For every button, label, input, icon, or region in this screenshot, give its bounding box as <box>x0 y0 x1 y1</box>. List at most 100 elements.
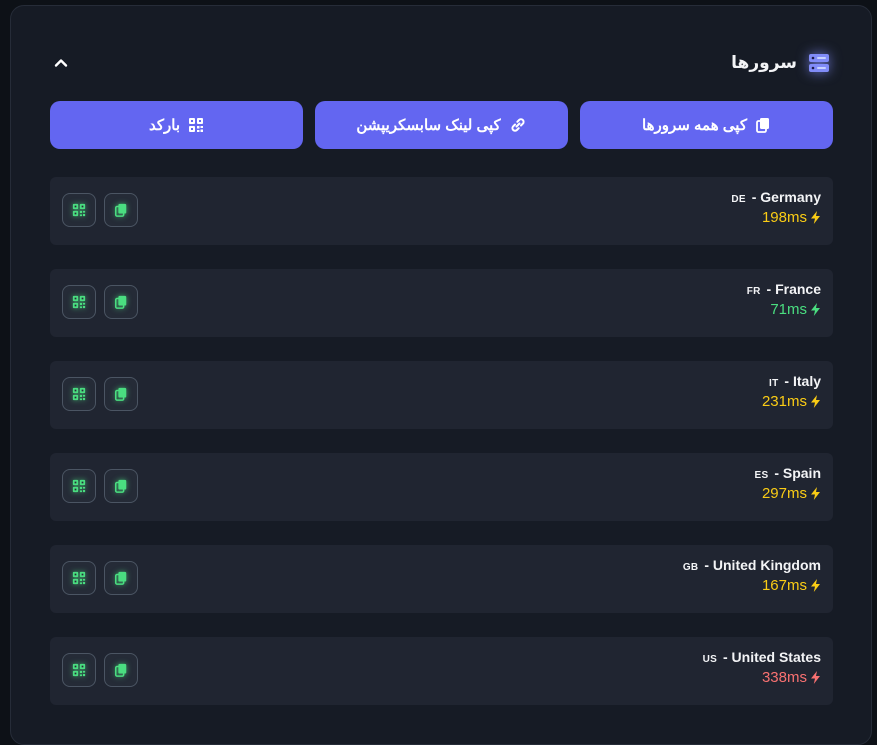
copy-all-servers-label: کپی همه سرورها <box>642 117 747 134</box>
qr-code-icon <box>72 571 86 585</box>
lightning-icon <box>811 579 820 592</box>
ping-value: 71ms <box>770 301 807 318</box>
ping-value: 198ms <box>761 209 807 226</box>
ping-value: 167ms <box>761 577 807 594</box>
server-qr-button[interactable] <box>62 561 96 595</box>
country-name: France <box>775 281 821 297</box>
server-row-actions <box>62 193 138 227</box>
copy-icon <box>114 387 127 401</box>
country-name: Italy <box>792 373 821 389</box>
server-row-united-kingdom: GB - United Kingdom 167ms <box>50 545 833 613</box>
lightning-icon <box>811 303 820 316</box>
server-ping: 198ms <box>731 209 821 226</box>
server-name: GB - United Kingdom <box>683 557 821 573</box>
lightning-icon <box>811 487 820 500</box>
server-ping: 71ms <box>747 301 821 318</box>
qr-code-icon <box>72 479 86 493</box>
server-info: FR - France 71ms <box>747 281 821 318</box>
server-copy-button[interactable] <box>104 561 138 595</box>
server-list: DE - Germany 198ms FR - France 71ms IT -… <box>50 177 833 729</box>
server-row-actions <box>62 561 138 595</box>
server-qr-button[interactable] <box>62 285 96 319</box>
name-separator: - <box>704 557 713 573</box>
qr-code-icon <box>72 295 86 309</box>
qr-code-icon <box>72 203 86 217</box>
lightning-icon <box>811 395 820 408</box>
servers-panel: سرورها کپی همه سرورها کپی لینک سابسکریپش… <box>10 5 872 745</box>
country-name: Spain <box>782 465 821 481</box>
server-name: US - United States <box>703 649 821 665</box>
copy-icon <box>114 479 127 493</box>
copy-icon <box>755 117 771 133</box>
ping-value: 297ms <box>761 485 807 502</box>
server-name: FR - France <box>747 281 821 297</box>
ping-value: 338ms <box>761 669 807 686</box>
panel-title-group: سرورها <box>731 51 831 75</box>
lightning-icon <box>811 211 820 224</box>
name-separator: - <box>751 189 761 205</box>
name-separator: - <box>766 281 776 297</box>
server-copy-button[interactable] <box>104 653 138 687</box>
panel-header: سرورها <box>51 46 831 80</box>
qr-code-icon <box>72 663 86 677</box>
copy-icon <box>114 663 127 677</box>
collapse-button[interactable] <box>49 51 73 75</box>
country-code: US <box>702 654 718 665</box>
country-code: IT <box>769 378 779 389</box>
server-name: DE - Germany <box>731 189 821 205</box>
server-row-actions <box>62 653 138 687</box>
server-qr-button[interactable] <box>62 193 96 227</box>
server-info: ES - Spain 297ms <box>754 465 821 502</box>
server-row-germany: DE - Germany 198ms <box>50 177 833 245</box>
country-code: FR <box>746 286 761 297</box>
server-ping: 297ms <box>754 485 821 502</box>
copy-icon <box>114 203 127 217</box>
link-icon <box>509 116 527 134</box>
server-row-france: FR - France 71ms <box>50 269 833 337</box>
copy-subscription-link-button[interactable]: کپی لینک سابسکریپشن <box>315 101 568 149</box>
server-info: IT - Italy 231ms <box>762 373 821 410</box>
country-code: DE <box>731 194 746 205</box>
ping-value: 231ms <box>761 393 807 410</box>
server-copy-button[interactable] <box>104 193 138 227</box>
server-info: US - United States 338ms <box>703 649 821 686</box>
server-info: DE - Germany 198ms <box>731 189 821 226</box>
page-title: سرورها <box>731 53 797 72</box>
country-code: GB <box>682 562 699 573</box>
name-separator: - <box>784 373 793 389</box>
server-qr-button[interactable] <box>62 469 96 503</box>
server-copy-button[interactable] <box>104 469 138 503</box>
server-copy-button[interactable] <box>104 377 138 411</box>
copy-icon <box>114 295 127 309</box>
copy-icon <box>114 571 127 585</box>
country-name: United States <box>731 649 821 665</box>
server-row-actions <box>62 285 138 319</box>
chevron-up-icon <box>54 59 68 67</box>
server-row-united-states: US - United States 338ms <box>50 637 833 705</box>
barcode-button[interactable]: بارکد <box>50 101 303 149</box>
country-name: United Kingdom <box>712 557 821 573</box>
server-qr-button[interactable] <box>62 377 96 411</box>
country-name: Germany <box>760 189 821 205</box>
server-row-spain: ES - Spain 297ms <box>50 453 833 521</box>
qr-code-icon <box>72 387 86 401</box>
lightning-icon <box>811 671 820 684</box>
server-ping: 338ms <box>703 669 821 686</box>
server-row-italy: IT - Italy 231ms <box>50 361 833 429</box>
copy-subscription-link-label: کپی لینک سابسکریپشن <box>356 117 501 134</box>
copy-all-servers-button[interactable]: کپی همه سرورها <box>580 101 833 149</box>
server-icon <box>807 51 831 75</box>
name-separator: - <box>774 465 783 481</box>
server-row-actions <box>62 377 138 411</box>
server-row-actions <box>62 469 138 503</box>
action-bar: کپی همه سرورها کپی لینک سابسکریپشن بارکد <box>50 101 833 149</box>
server-ping: 167ms <box>683 577 821 594</box>
barcode-label: بارکد <box>149 117 181 134</box>
name-separator: - <box>722 649 732 665</box>
server-ping: 231ms <box>762 393 821 410</box>
server-copy-button[interactable] <box>104 285 138 319</box>
qr-code-icon <box>188 117 204 133</box>
server-qr-button[interactable] <box>62 653 96 687</box>
server-name: ES - Spain <box>754 465 821 481</box>
server-name: IT - Italy <box>762 373 821 389</box>
